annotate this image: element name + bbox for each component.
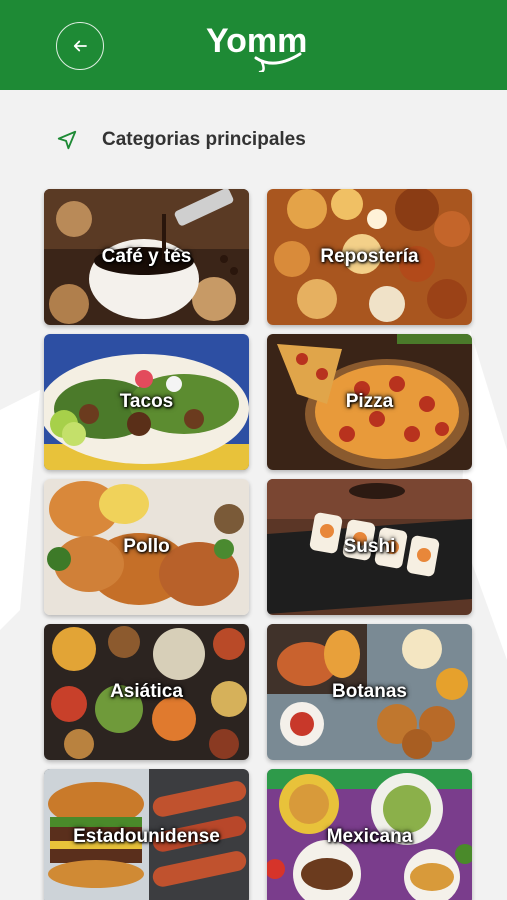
- navigation-arrow-icon: [57, 130, 77, 150]
- category-label: Café y tés: [101, 246, 192, 267]
- category-card-tacos[interactable]: Tacos: [44, 334, 249, 470]
- category-label: Pizza: [345, 391, 394, 412]
- category-card-asiatica[interactable]: Asiática: [44, 624, 249, 760]
- category-card-pizza[interactable]: Pizza: [267, 334, 472, 470]
- category-label: Pollo: [123, 536, 170, 557]
- category-label: Mexicana: [326, 826, 413, 847]
- category-card-botanas[interactable]: Botanas: [267, 624, 472, 760]
- section-header: Categorias principales: [56, 120, 306, 160]
- category-label: Estadounidense: [73, 826, 220, 847]
- category-label: Sushi: [343, 536, 396, 557]
- yommi-logo: Yommi: [206, 22, 308, 72]
- section-title: Categorias principales: [102, 129, 306, 150]
- category-card-pollo[interactable]: Pollo: [44, 479, 249, 615]
- category-card-mexicana[interactable]: Mexicana: [267, 769, 472, 900]
- svg-text:Yommi: Yommi: [206, 22, 308, 60]
- category-label: Asiática: [110, 681, 183, 702]
- category-card-cafe[interactable]: Café y tés: [44, 189, 249, 325]
- app-header: Yommi: [0, 0, 507, 90]
- category-label: Botanas: [332, 681, 407, 702]
- category-card-estadounidense[interactable]: Estadounidense: [44, 769, 249, 900]
- category-label: Repostería: [320, 246, 419, 267]
- category-card-sushi[interactable]: Sushi: [267, 479, 472, 615]
- back-button[interactable]: [56, 22, 104, 70]
- arrow-left-icon: [73, 40, 87, 52]
- category-label: Tacos: [119, 391, 174, 412]
- category-card-reposteria[interactable]: Repostería: [267, 189, 472, 325]
